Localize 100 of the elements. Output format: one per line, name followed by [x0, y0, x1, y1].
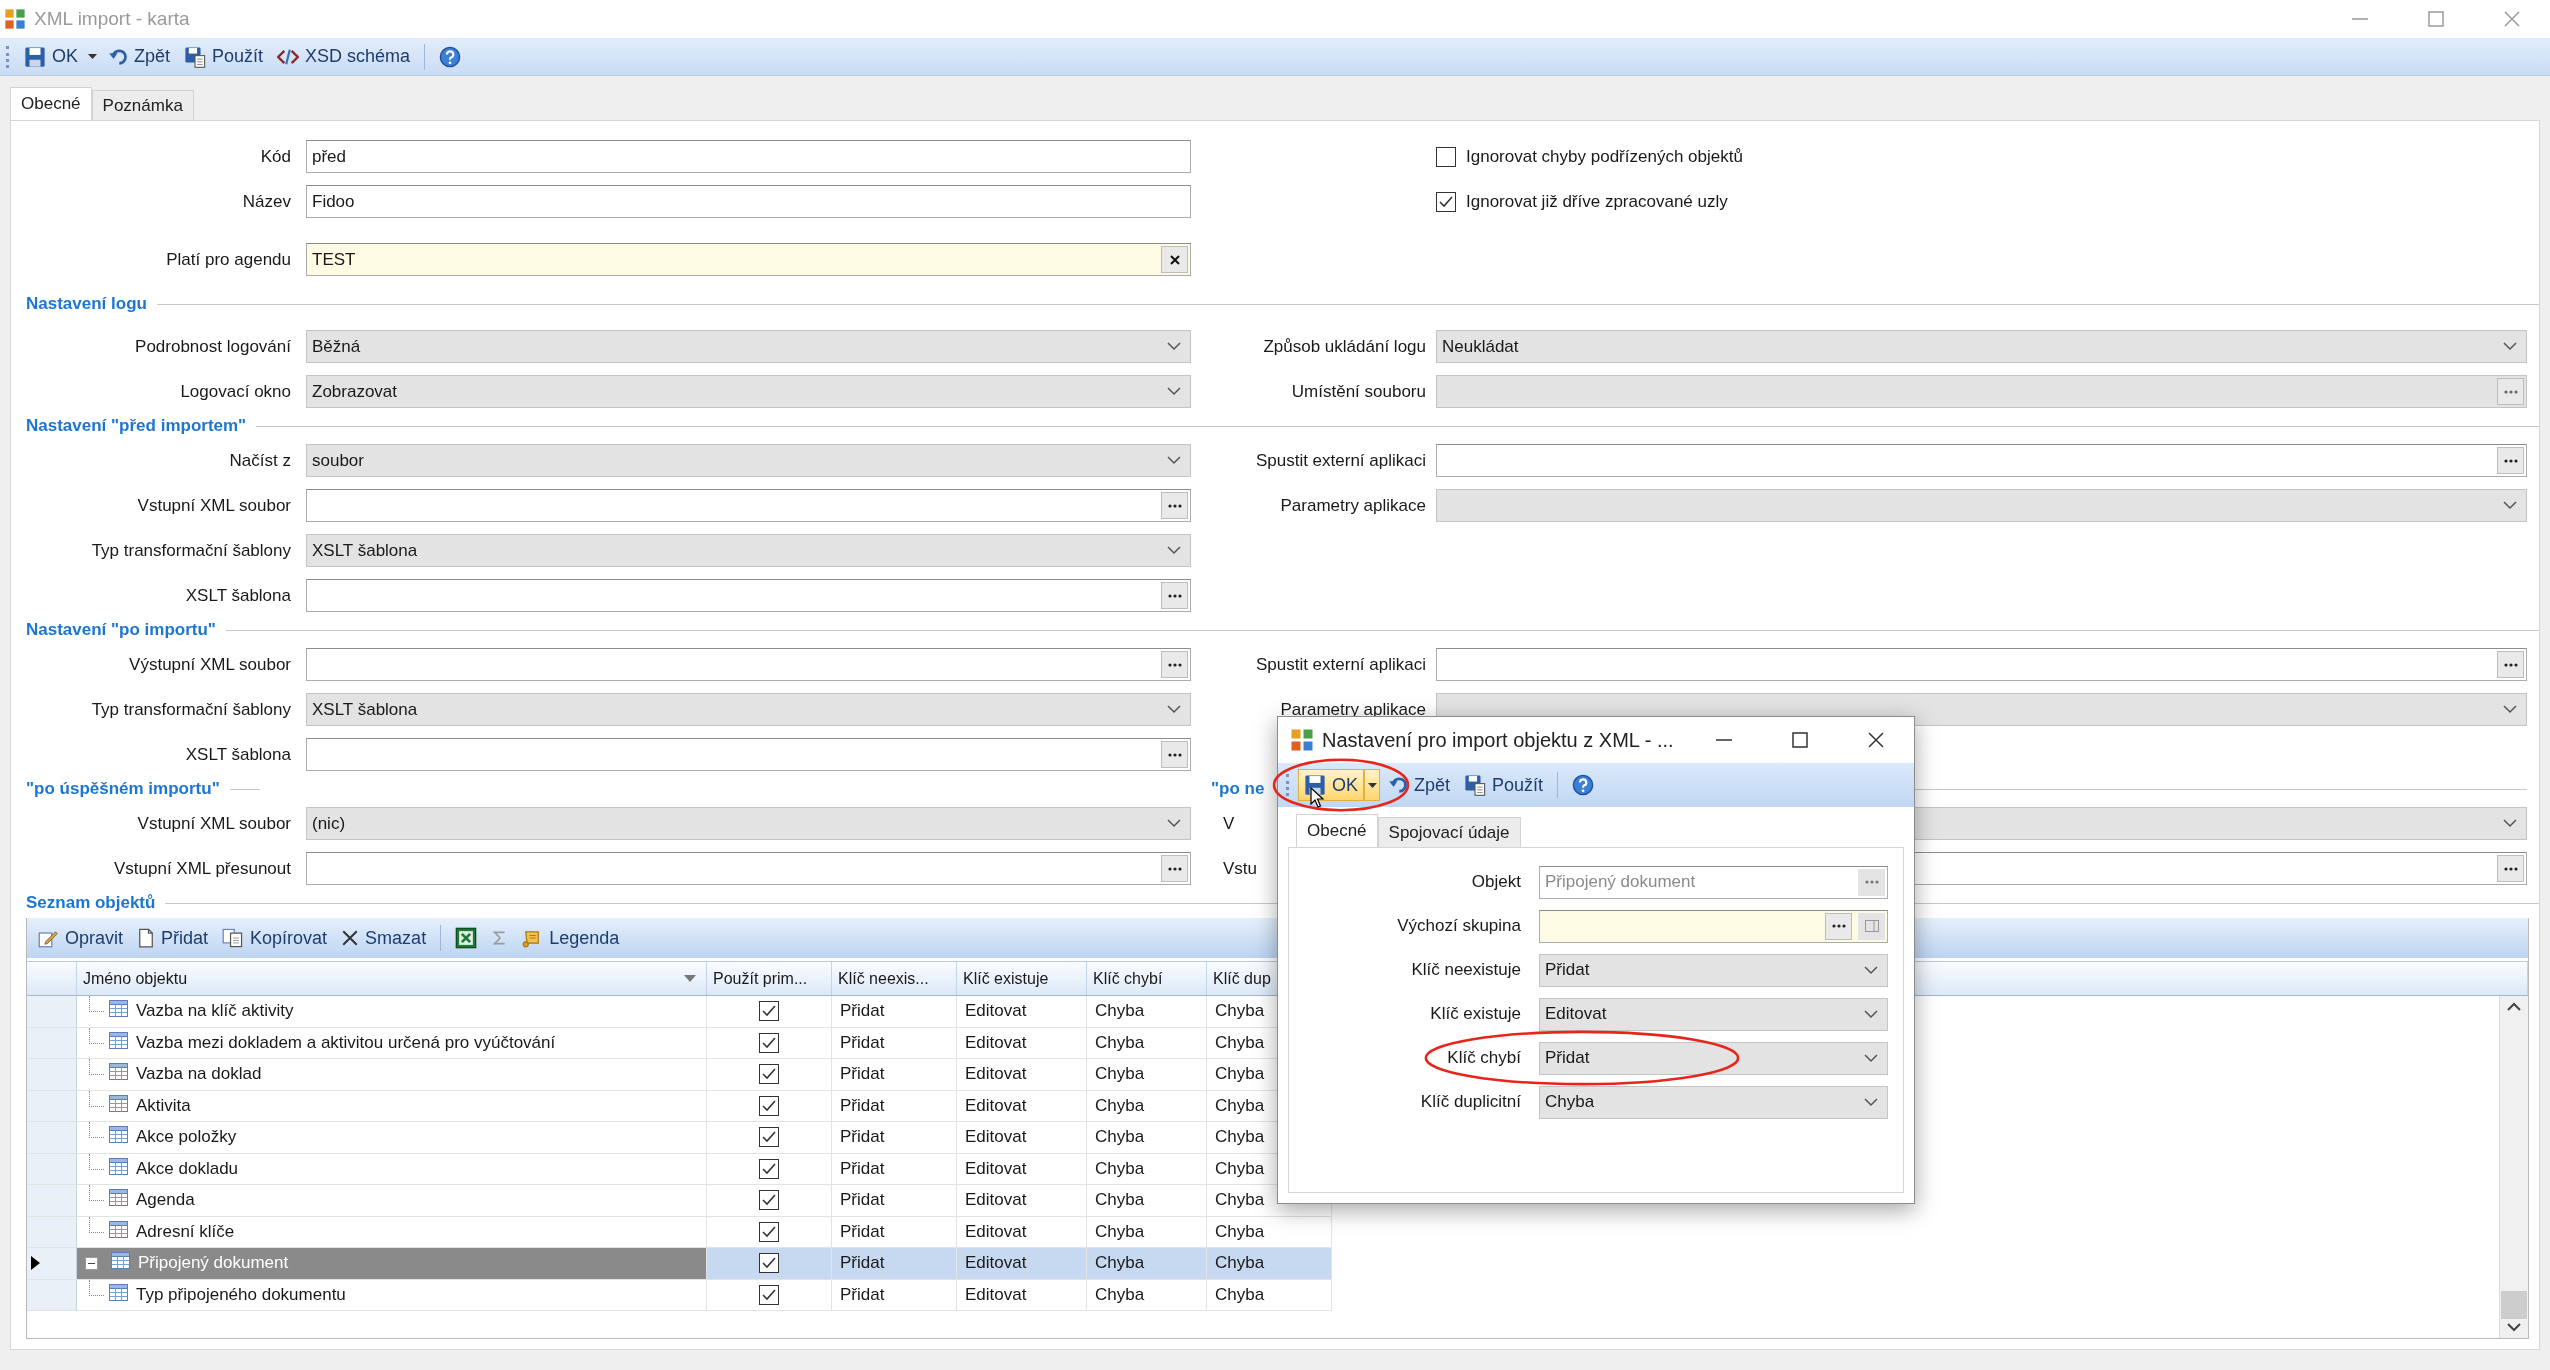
details-button[interactable] [1858, 912, 1885, 940]
checkbox[interactable] [759, 1032, 779, 1053]
sigma-icon [491, 929, 508, 947]
lookup-field[interactable] [1539, 909, 1888, 943]
legend-button[interactable]: Legenda [515, 922, 626, 954]
checkbox[interactable] [759, 1064, 779, 1085]
filter-arrow-icon[interactable] [684, 975, 696, 982]
file-field[interactable] [306, 852, 1191, 885]
file-field[interactable] [306, 738, 1191, 771]
checkbox[interactable] [759, 1253, 779, 1274]
column-header[interactable]: Klíč chybí [1087, 962, 1207, 995]
add-button[interactable]: Přidat [131, 922, 215, 954]
column-header[interactable]: Klíč existuje [957, 962, 1087, 995]
file-field[interactable] [1436, 375, 2527, 408]
apply-button[interactable]: Použít [1458, 769, 1550, 801]
copy-button[interactable]: Kopírovat [216, 922, 334, 954]
field-label: Spustit externí aplikaci [1254, 450, 1426, 471]
table-cell[interactable]: Vazba na doklad [77, 1059, 707, 1091]
checkbox[interactable] [759, 1001, 779, 1022]
browse-button[interactable] [2497, 651, 2524, 678]
table-cell: Chyba [1087, 1185, 1207, 1217]
browse-button[interactable] [2497, 378, 2524, 405]
delete-button[interactable]: Smazat [335, 922, 433, 954]
file-field[interactable] [1436, 444, 2527, 477]
table-cell[interactable]: Typ připojeného dokumentu [77, 1279, 707, 1311]
back-button[interactable]: Zpět [1382, 769, 1457, 801]
browse-button[interactable] [1161, 582, 1188, 609]
table-icon [109, 1000, 128, 1018]
dropdown[interactable]: Editovat [1539, 997, 1888, 1031]
tab[interactable]: Obecné [10, 87, 92, 120]
scroll-up-icon[interactable] [2507, 1002, 2521, 1011]
field-label: Výchozí skupina [1396, 916, 1521, 936]
browse-button[interactable] [1161, 855, 1188, 882]
browse-button[interactable] [2497, 447, 2524, 474]
edit-button[interactable]: Opravit [31, 922, 130, 954]
table-cell[interactable]: Akce dokladu [77, 1153, 707, 1185]
ellipsis-icon [1167, 752, 1182, 757]
column-header[interactable]: Jméno objektu [77, 962, 707, 995]
ellipsis-icon [2503, 662, 2518, 667]
chevron-down-icon [1167, 546, 1181, 555]
browse-button[interactable] [1161, 492, 1188, 519]
table-icon [109, 1189, 128, 1207]
browse-button[interactable] [1161, 651, 1188, 678]
table-cell[interactable]: Vazba na klíč aktivity [77, 996, 707, 1028]
checkbox[interactable] [759, 1158, 779, 1179]
checkbox[interactable] [759, 1190, 779, 1211]
column-header[interactable]: Klíč neexis... [832, 962, 957, 995]
chevron-down-icon [1864, 1053, 1878, 1063]
field-label: Typ transformační šablony [90, 540, 291, 561]
dropdown[interactable]: Přidat [1539, 953, 1888, 987]
checkbox[interactable] [1436, 191, 1456, 212]
dropdown[interactable]: soubor [306, 444, 1191, 477]
file-field[interactable] [306, 648, 1191, 681]
ok-button[interactable]: OK [1298, 769, 1364, 801]
table-cell[interactable]: Vazba mezi dokladem a aktivitou určená pro vyúčtování [77, 1027, 707, 1059]
scrollbar-thumb[interactable] [2501, 1291, 2527, 1319]
dropdown[interactable]: Zobrazovat [306, 375, 1191, 408]
browse-button[interactable] [1161, 741, 1188, 768]
dropdown[interactable]: Přidat [1539, 1041, 1888, 1075]
dropdown[interactable]: XSLT šablona [306, 534, 1191, 567]
row-header[interactable] [27, 1248, 77, 1280]
schema-button[interactable]: XSD schéma [271, 40, 417, 73]
tab[interactable]: Poznámka [91, 90, 194, 120]
column-header[interactable]: Použít prim... [707, 962, 832, 995]
apply-button[interactable]: Použít [178, 40, 270, 73]
dropdown[interactable]: XSLT šablona [306, 693, 1191, 726]
checkbox[interactable] [759, 1095, 779, 1116]
dropdown[interactable]: (nic) [306, 807, 1191, 840]
dropdown[interactable]: Chyba [1539, 1085, 1888, 1119]
text-field[interactable]: před [306, 140, 1191, 173]
ok-button[interactable]: OK [18, 40, 84, 73]
scroll-down-icon[interactable] [2507, 1323, 2521, 1332]
panel-icon [1864, 920, 1879, 932]
close-icon[interactable] [1868, 732, 1884, 748]
clear-button[interactable] [1161, 246, 1188, 273]
scrollbar[interactable] [2499, 996, 2528, 1338]
collapse-icon[interactable] [85, 1256, 98, 1270]
checkbox[interactable] [1436, 146, 1456, 167]
back-button[interactable]: Zpět [102, 40, 177, 73]
tab[interactable]: Obecné [1296, 814, 1378, 847]
field-label: Parametry aplikace [1279, 495, 1426, 516]
browse-button[interactable] [2497, 855, 2524, 882]
table-cell[interactable]: Akce položky [77, 1122, 707, 1154]
file-field[interactable] [1436, 648, 2527, 681]
table-cell[interactable]: Aktivita [77, 1090, 707, 1122]
maximize-icon[interactable] [1792, 732, 1808, 748]
checkbox[interactable] [759, 1221, 779, 1242]
object-field[interactable]: Připojený dokument [1539, 865, 1888, 899]
table-cell[interactable]: Agenda [77, 1185, 707, 1217]
lookup-field[interactable]: TEST [306, 243, 1191, 276]
file-field[interactable] [306, 489, 1191, 522]
file-field[interactable] [306, 579, 1191, 612]
tab[interactable]: Spojovací údaje [1377, 817, 1521, 847]
dropdown[interactable]: Neukládat [1436, 330, 2527, 363]
dropdown[interactable]: Běžná [306, 330, 1191, 363]
browse-button[interactable] [1825, 912, 1852, 940]
browse-button[interactable] [1858, 868, 1885, 896]
checkbox[interactable] [759, 1284, 779, 1305]
text-field[interactable]: Fidoo [306, 185, 1191, 218]
checkbox[interactable] [759, 1127, 779, 1148]
